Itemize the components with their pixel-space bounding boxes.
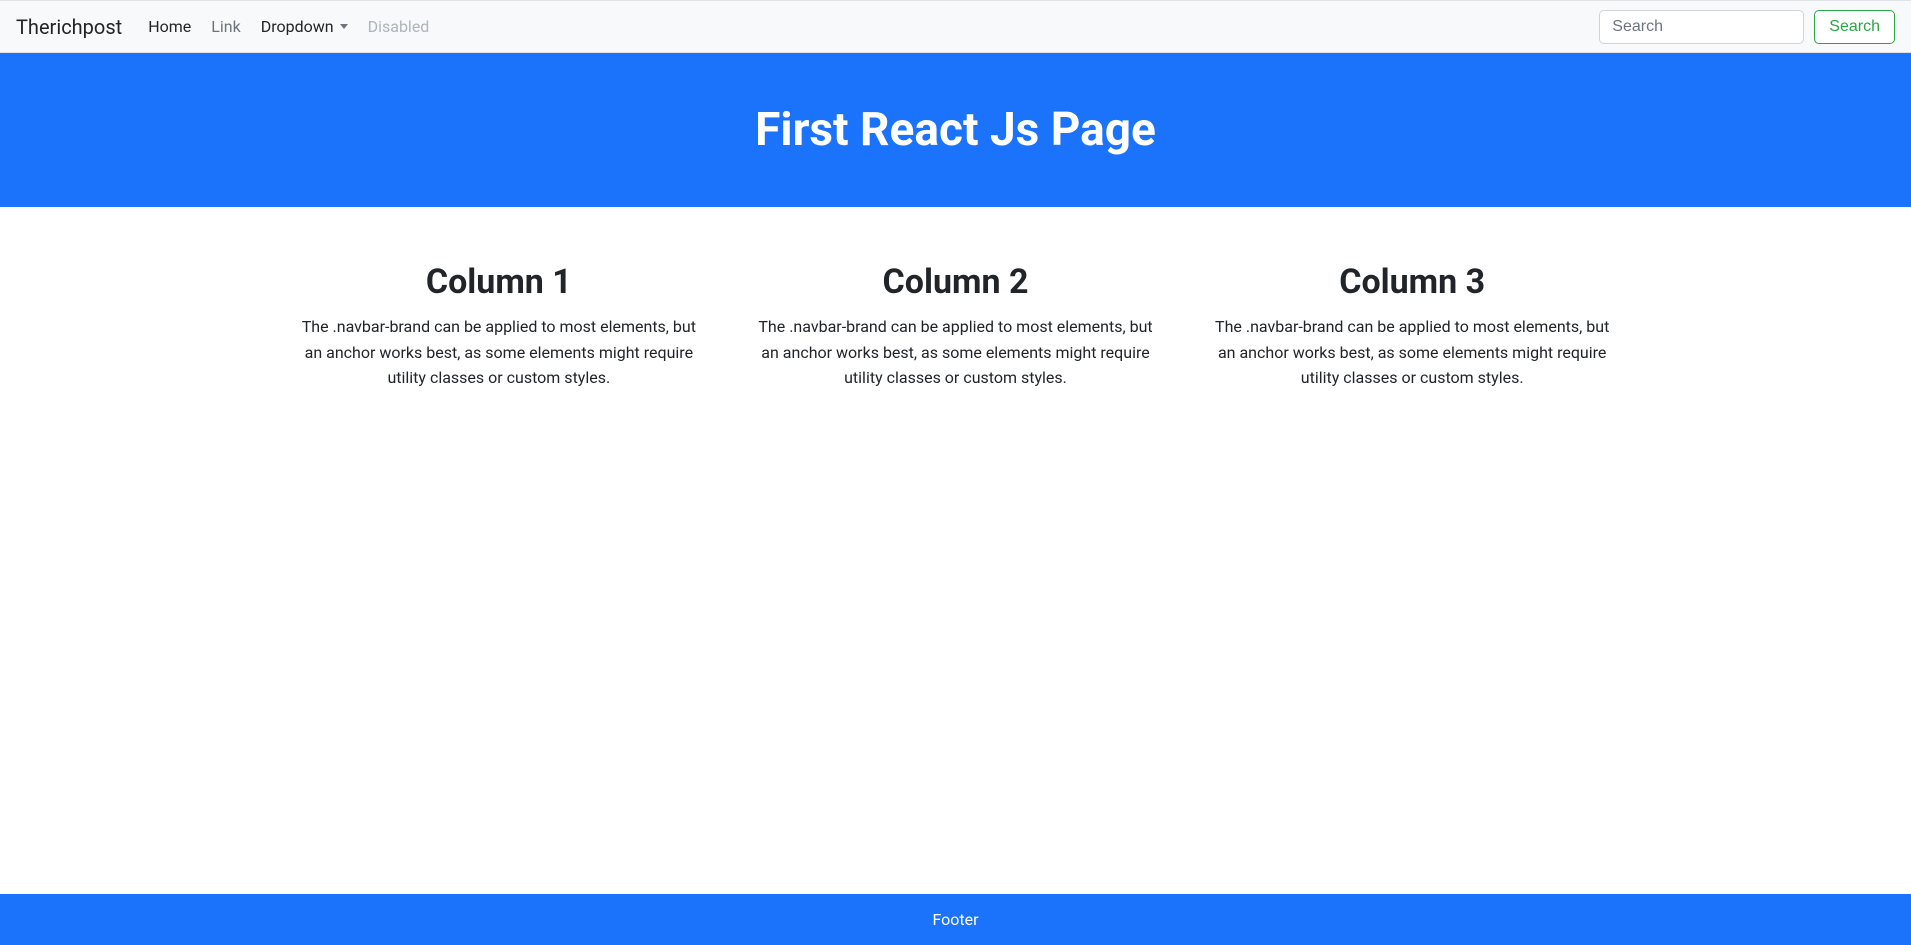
column-1-text: The .navbar-brand can be applied to most… xyxy=(296,314,703,391)
navbar-nav: Home Link Dropdown Disabled xyxy=(138,9,439,44)
search-input[interactable] xyxy=(1599,10,1804,44)
column-3-text: The .navbar-brand can be applied to most… xyxy=(1209,314,1616,391)
column-2-title: Column 2 xyxy=(752,262,1159,302)
nav-item-link: Link xyxy=(201,9,250,44)
page-title: First React Js Page xyxy=(20,103,1891,157)
nav-item-home: Home xyxy=(138,9,201,44)
column-3: Column 3 The .navbar-brand can be applie… xyxy=(1199,262,1626,894)
navbar-right: Search xyxy=(1599,10,1895,44)
column-2-text: The .navbar-brand can be applied to most… xyxy=(752,314,1159,391)
nav-link-home[interactable]: Home xyxy=(148,17,191,36)
nav-item-dropdown: Dropdown xyxy=(251,9,358,44)
navbar: Therichpost Home Link Dropdown Disabled … xyxy=(0,0,1911,53)
column-2: Column 2 The .navbar-brand can be applie… xyxy=(742,262,1169,894)
nav-item-disabled: Disabled xyxy=(358,9,440,44)
nav-link-link[interactable]: Link xyxy=(211,17,240,36)
column-1: Column 1 The .navbar-brand can be applie… xyxy=(286,262,713,894)
column-3-title: Column 3 xyxy=(1209,262,1616,302)
navbar-left: Therichpost Home Link Dropdown Disabled xyxy=(16,9,439,44)
column-1-title: Column 1 xyxy=(296,262,703,302)
nav-link-disabled: Disabled xyxy=(368,17,430,36)
search-button[interactable]: Search xyxy=(1814,10,1895,44)
dropdown-label: Dropdown xyxy=(261,17,334,36)
columns-container: Column 1 The .navbar-brand can be applie… xyxy=(256,262,1656,894)
jumbotron: First React Js Page xyxy=(0,53,1911,207)
footer: Footer xyxy=(0,894,1911,945)
footer-text: Footer xyxy=(932,910,978,929)
navbar-brand[interactable]: Therichpost xyxy=(16,10,122,44)
nav-link-dropdown[interactable]: Dropdown xyxy=(261,17,348,36)
chevron-down-icon xyxy=(340,24,348,29)
